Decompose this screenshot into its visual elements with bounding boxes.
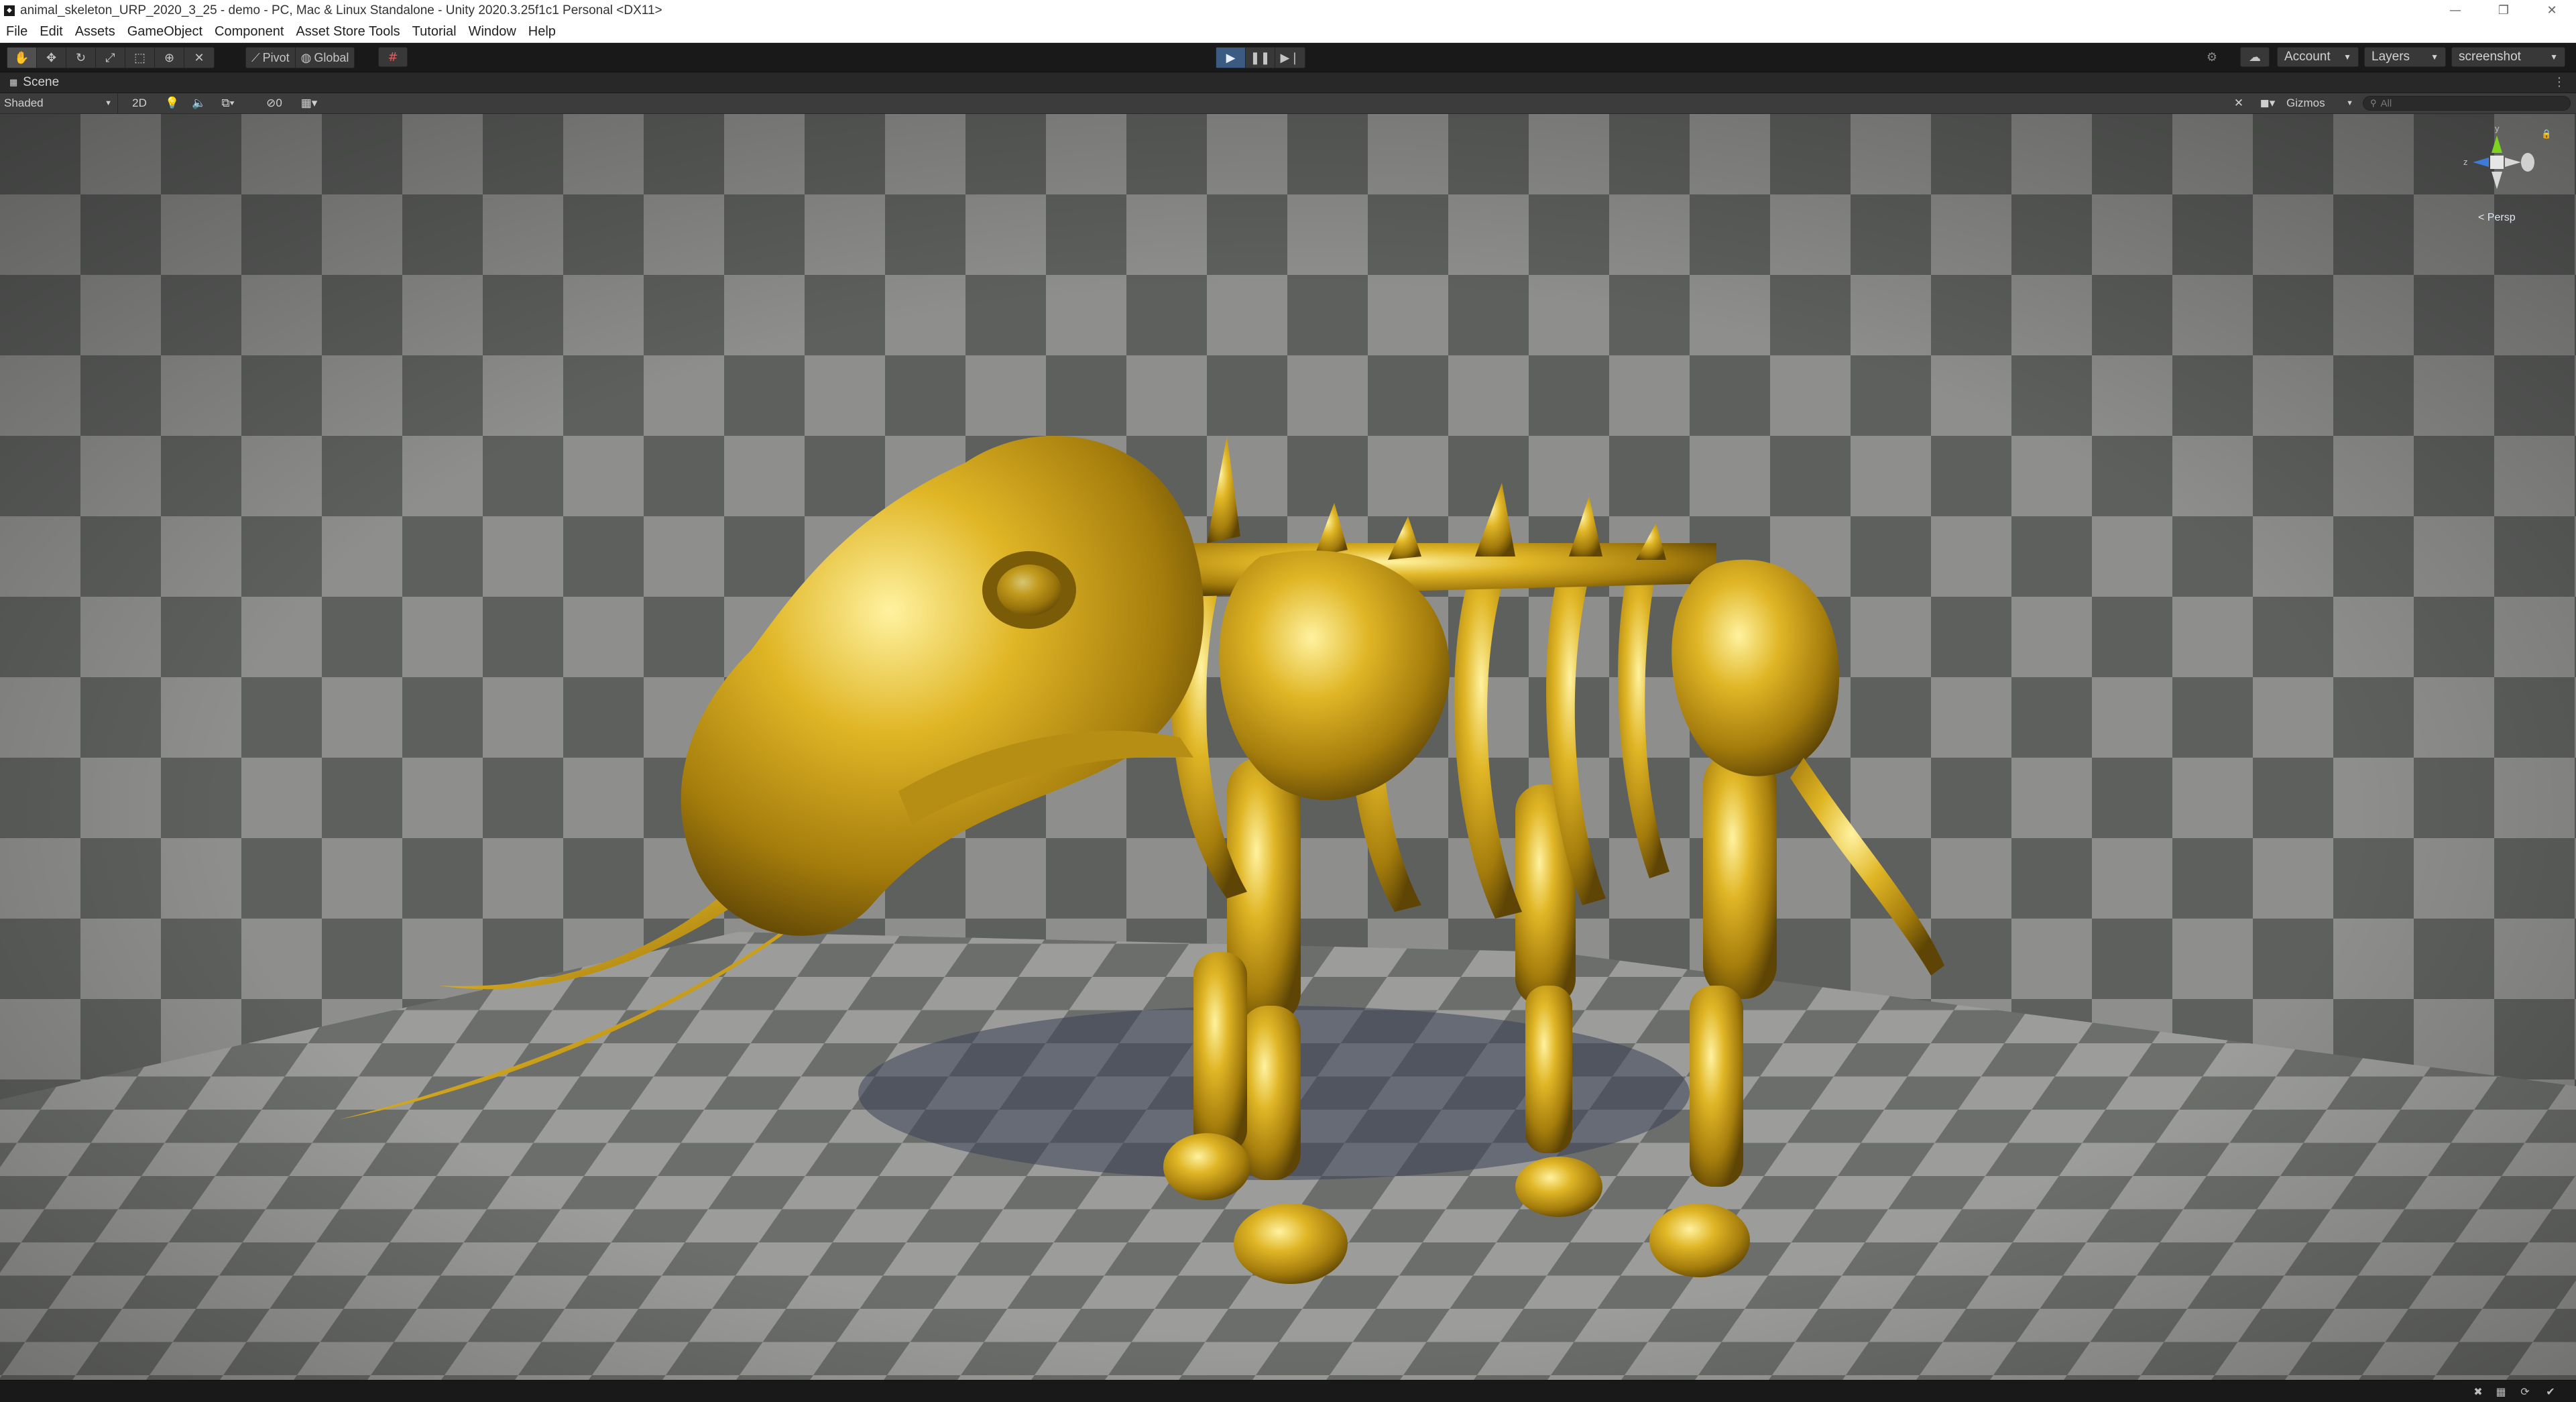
menu-window[interactable]: Window (463, 24, 522, 40)
rotate-tool-icon[interactable]: ↻ (66, 48, 96, 68)
transform-tools: ✋ ✥ ↻ ⤢ ⬚ ⊕ ✕ (7, 47, 215, 68)
layout-label: screenshot (2459, 50, 2521, 64)
account-label: Account (2284, 50, 2331, 64)
search-placeholder: All (2380, 97, 2392, 109)
lock-icon[interactable]: 🔒 (2541, 129, 2552, 139)
account-dropdown[interactable]: Account ▼ (2277, 47, 2359, 67)
custom-tool-icon[interactable]: ✕ (184, 48, 214, 68)
move-tool-icon[interactable]: ✥ (37, 48, 66, 68)
effects-dropdown-icon[interactable]: ⧉▾ (215, 93, 241, 113)
hand-tool-icon[interactable]: ✋ (7, 48, 37, 68)
gizmos-label: Gizmos (2286, 97, 2325, 109)
pause-icon[interactable]: ❚❚ (1246, 48, 1275, 68)
layers-dropdown[interactable]: Layers ▼ (2364, 47, 2446, 67)
menu-help[interactable]: Help (522, 24, 562, 40)
pivot-global-toggles: ⟋ Pivot ◍ Global (245, 47, 355, 68)
menu-bar: File Edit Assets GameObject Component As… (0, 21, 2576, 43)
axis-label-y: y (2495, 123, 2500, 133)
pivot-icon: ⟋ (251, 50, 260, 64)
mode-2d-label: 2D (132, 97, 147, 109)
tools-icon[interactable]: ✕ (2230, 93, 2247, 113)
hidden-objects-toggle[interactable]: ⊘ 0 (257, 93, 291, 113)
auto-generate-icon[interactable]: ⟳ (2518, 1385, 2532, 1398)
pivot-toggle[interactable]: ⟋ Pivot (246, 48, 296, 68)
search-icon: ⚲ (2370, 98, 2377, 108)
services-icon[interactable]: ⚙ (2197, 47, 2227, 67)
menu-asset-store-tools[interactable]: Asset Store Tools (290, 24, 406, 40)
play-controls: ▶ ❚❚ ▶❘ (1216, 47, 1305, 68)
scale-tool-icon[interactable]: ⤢ (96, 48, 125, 68)
window-title-bar: ◆ animal_skeleton_URP_2020_3_25 - demo -… (0, 0, 2576, 21)
draw-mode-label: Shaded (4, 97, 44, 109)
lighting-toggle-icon[interactable]: 💡 (164, 93, 181, 113)
chevron-down-icon: ▼ (2431, 52, 2439, 62)
main-toolbar: ✋ ✥ ↻ ⤢ ⬚ ⊕ ✕ ⟋ Pivot ◍ Global # ▶ ❚❚ ▶❘ ⚙… (0, 43, 2576, 72)
scene-view-toolbar: Shaded ▼ 2D 💡 🔈 ⧉▾ ⊘ 0 ▦▾ ✕ ◼▾ Gizmos ▼ … (0, 93, 2576, 114)
scene-search-input[interactable]: ⚲ All (2363, 96, 2571, 111)
cloud-icon[interactable]: ☁ (2240, 47, 2270, 67)
tab-scene[interactable]: ▦ Scene (4, 72, 64, 93)
close-icon[interactable]: ✕ (2528, 0, 2576, 21)
transform-tool-icon[interactable]: ⊕ (155, 48, 184, 68)
orientation-gizmo[interactable]: y z 🔒 < Persp (2449, 122, 2552, 229)
camera-dropdown-icon[interactable]: ◼▾ (2254, 93, 2281, 113)
scene-tab-bar: ▦ Scene ⋮ (0, 72, 2576, 93)
pivot-label: Pivot (262, 50, 290, 64)
chevron-down-icon: ▼ (2343, 52, 2351, 62)
minimize-icon[interactable]: — (2431, 0, 2479, 21)
audio-toggle-icon[interactable]: 🔈 (190, 93, 208, 113)
eye-hidden-icon: ⊘ (266, 97, 276, 109)
rect-tool-icon[interactable]: ⬚ (125, 48, 155, 68)
projection-toggle[interactable]: < Persp (2478, 212, 2516, 224)
check-icon[interactable]: ✔ (2544, 1385, 2557, 1398)
hidden-count: 0 (276, 97, 282, 109)
mode-2d-toggle[interactable]: 2D (126, 93, 153, 113)
axis-gizmo-icon: y z 🔒 (2463, 123, 2552, 189)
play-icon[interactable]: ▶ (1216, 48, 1246, 68)
axis-label-z: z (2463, 157, 2468, 167)
menu-edit[interactable]: Edit (34, 24, 68, 40)
gizmos-dropdown[interactable]: Gizmos ▼ (2286, 93, 2353, 113)
grid-snap-icon[interactable]: # (378, 47, 408, 67)
scene-grid-icon: ▦ (9, 77, 18, 87)
bug-icon[interactable]: ✖ (2471, 1385, 2485, 1398)
menu-file[interactable]: File (0, 24, 34, 40)
window-title: animal_skeleton_URP_2020_3_25 - demo - P… (20, 3, 662, 17)
menu-component[interactable]: Component (209, 24, 290, 40)
progress-icon[interactable]: ▦ (2494, 1385, 2508, 1398)
more-options-icon[interactable]: ⋮ (2553, 75, 2565, 89)
globe-icon: ◍ (300, 50, 312, 64)
restore-icon[interactable]: ❐ (2479, 0, 2528, 21)
menu-assets[interactable]: Assets (69, 24, 121, 40)
chevron-down-icon: ▼ (105, 99, 112, 107)
scene-viewport[interactable]: y z 🔒 < Persp (0, 114, 2576, 1380)
draw-mode-dropdown[interactable]: Shaded ▼ (4, 93, 118, 113)
chevron-down-icon: ▼ (2550, 52, 2558, 62)
layout-dropdown[interactable]: screenshot ▼ (2451, 47, 2565, 67)
chevron-down-icon: ▼ (2346, 99, 2353, 107)
menu-gameobject[interactable]: GameObject (121, 24, 209, 40)
layers-label: Layers (2372, 50, 2410, 64)
menu-tutorial[interactable]: Tutorial (406, 24, 463, 40)
scene-render (0, 114, 2576, 1380)
grid-dropdown-icon[interactable]: ▦▾ (292, 93, 326, 113)
window-controls: — ❐ ✕ (2431, 0, 2576, 21)
step-icon[interactable]: ▶❘ (1275, 48, 1305, 68)
global-label: Global (314, 50, 349, 64)
tab-scene-label: Scene (23, 75, 60, 89)
global-toggle[interactable]: ◍ Global (296, 48, 355, 68)
status-bar: ✖ ▦ ⟳ ✔ (0, 1380, 2576, 1402)
unity-logo-icon: ◆ (4, 5, 15, 16)
